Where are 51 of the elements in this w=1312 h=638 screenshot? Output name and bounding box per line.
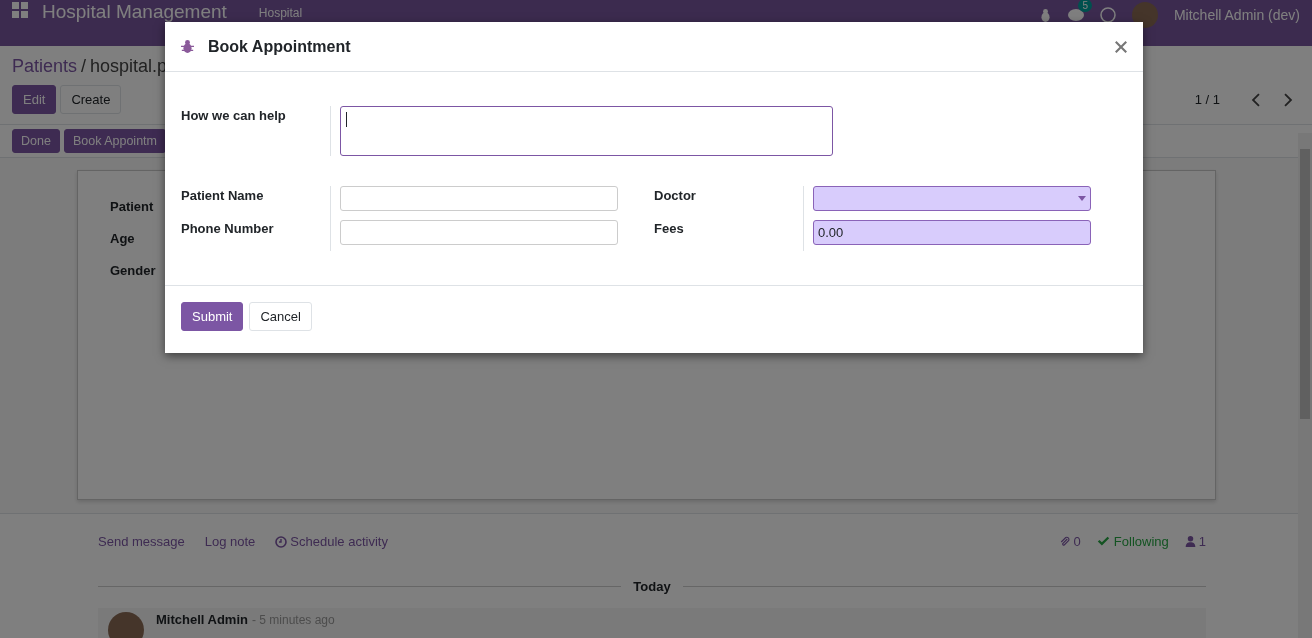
dropdown-caret-icon — [1078, 196, 1086, 201]
dialog-title: Book Appointment — [208, 37, 351, 56]
breadcrumb-current: hospital.p — [90, 56, 168, 77]
menu-item[interactable]: Hospital — [258, 6, 303, 20]
input-field[interactable] — [340, 186, 618, 211]
bug-icon — [181, 40, 194, 53]
close-button[interactable] — [1115, 40, 1127, 53]
scrollbar[interactable] — [1298, 133, 1312, 638]
pager-value: 1 / 1 — [1194, 92, 1220, 107]
clock-icon[interactable] — [1099, 7, 1116, 23]
chatter-action-link[interactable]: Schedule activity — [275, 534, 388, 549]
bug-icon[interactable] — [1038, 8, 1052, 22]
status-button[interactable]: Book Appointm — [63, 129, 166, 153]
text-cursor — [346, 112, 347, 127]
attachments-link[interactable]: 0 — [1058, 534, 1081, 549]
user-name[interactable]: Mitchell Admin (dev) — [1173, 7, 1300, 23]
field-label: Patient Name — [181, 187, 265, 205]
person-icon — [1184, 536, 1196, 547]
chat-icon[interactable] — [1067, 7, 1084, 23]
app-title: Hospital Management — [42, 2, 227, 22]
field-label: Doctor — [654, 187, 697, 205]
input-field[interactable]: 0.00 — [813, 220, 1091, 245]
chatter-action-link[interactable]: Send message — [98, 534, 185, 549]
date-separator: Today — [633, 579, 671, 594]
field-label: Phone Number — [181, 220, 275, 238]
breadcrumb-link[interactable]: Patients — [12, 56, 78, 77]
author-avatar — [108, 612, 144, 638]
author-name: Mitchell Admin — [156, 612, 248, 627]
paperclip-icon — [1058, 535, 1071, 548]
edit-button[interactable]: Edit — [12, 85, 57, 114]
status-button[interactable]: Done — [12, 129, 60, 153]
field-label: Age — [110, 231, 135, 246]
following-link[interactable]: Following — [1096, 534, 1169, 549]
check-icon — [1096, 535, 1110, 548]
submit-button[interactable]: Submit — [181, 302, 244, 331]
apps-grid-icon[interactable] — [12, 2, 28, 18]
chatter-action-link[interactable]: Log note — [204, 534, 256, 549]
cancel-button[interactable]: Cancel — [249, 302, 312, 331]
breadcrumb-separator: / — [81, 56, 87, 77]
close-icon — [1115, 40, 1127, 53]
field-label: Fees — [654, 220, 685, 238]
select-field[interactable] — [813, 186, 1091, 211]
field-label: How we can help — [181, 107, 287, 125]
clock-icon — [275, 535, 288, 548]
field-label: Patient — [110, 199, 154, 214]
message-count-badge: 5 — [1078, 0, 1092, 12]
followers-link[interactable]: 1 — [1184, 534, 1206, 549]
input-field[interactable] — [340, 220, 618, 245]
field-label: Gender — [110, 263, 156, 278]
text-area[interactable] — [340, 106, 833, 156]
create-button[interactable]: Create — [60, 85, 122, 114]
